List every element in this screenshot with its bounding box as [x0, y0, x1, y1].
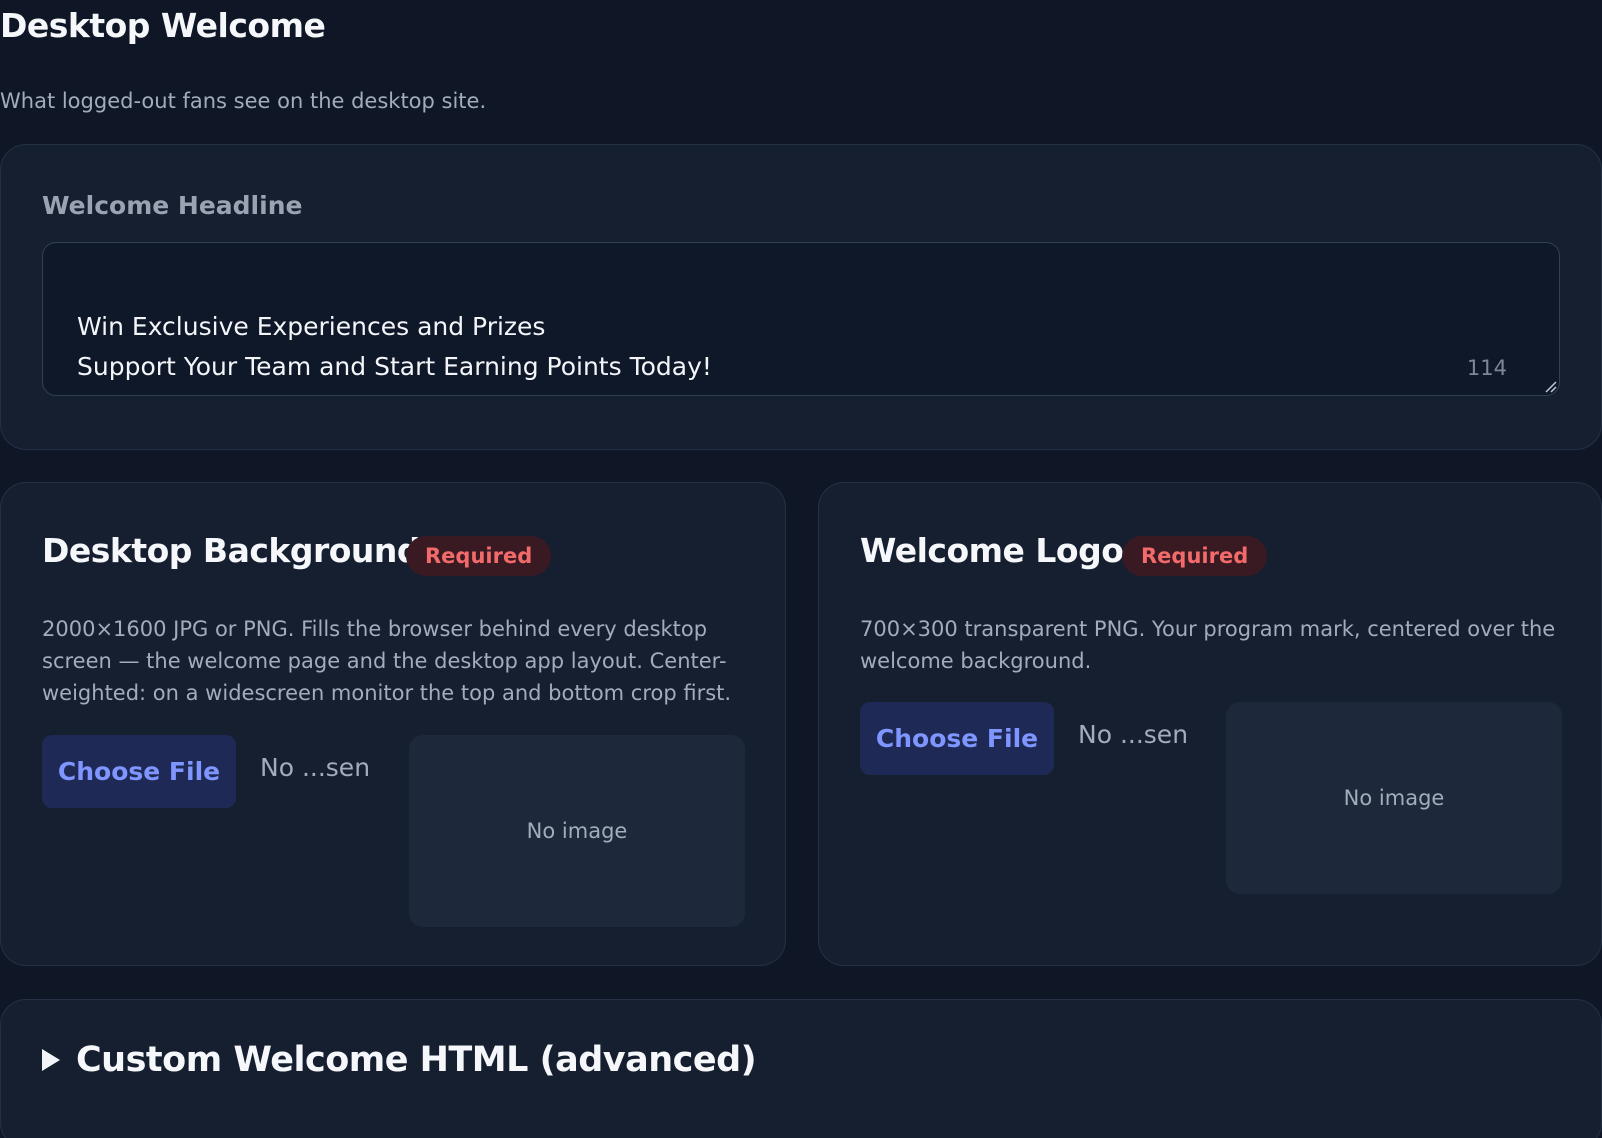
welcome-headline-value: Win Exclusive Experiences and Prizes Sup… — [77, 312, 712, 381]
page-subtitle: What logged-out fans see on the desktop … — [0, 89, 487, 113]
desktop-background-description: 2000×1600 JPG or PNG. Fills the browser … — [42, 617, 732, 705]
resize-handle-icon[interactable] — [1543, 379, 1557, 393]
desktop-background-card: Desktop Background Required 2000×1600 JP… — [0, 482, 786, 966]
custom-welcome-html-label: Custom Welcome HTML (advanced) — [76, 1040, 757, 1080]
custom-welcome-html-toggle[interactable]: Custom Welcome HTML (advanced) — [42, 1040, 757, 1080]
welcome-headline-card: Welcome Headline Win Exclusive Experienc… — [0, 144, 1602, 450]
welcome-headline-textarea[interactable]: Win Exclusive Experiences and Prizes Sup… — [42, 242, 1560, 396]
welcome-logo-description: 700×300 transparent PNG. Your program ma… — [860, 617, 1556, 673]
preview-placeholder-text: No image — [526, 819, 628, 843]
welcome-headline-label: Welcome Headline — [42, 191, 303, 220]
welcome-logo-title: Welcome Logo — [860, 531, 1124, 570]
disclosure-triangle-icon — [42, 1049, 60, 1071]
desktop-welcome-page: Desktop Welcome What logged-out fans see… — [0, 0, 1602, 1138]
preview-placeholder-text: No image — [1343, 786, 1445, 810]
welcome-logo-card: Welcome Logo Required 700×300 transparen… — [818, 482, 1602, 966]
welcome-logo-choose-file-button[interactable]: Choose File — [860, 702, 1054, 775]
required-badge: Required — [1122, 536, 1268, 576]
page-title: Desktop Welcome — [0, 6, 326, 45]
required-badge: Required — [406, 536, 552, 576]
desktop-background-choose-file-button[interactable]: Choose File — [42, 735, 236, 808]
character-count: 114 — [1466, 356, 1507, 380]
welcome-logo-preview: No image — [1226, 702, 1562, 894]
desktop-background-title: Desktop Background — [42, 531, 421, 570]
desktop-background-file-status: No ...sen — [260, 753, 371, 782]
welcome-logo-file-status: No ...sen — [1078, 720, 1189, 749]
desktop-background-preview: No image — [409, 735, 745, 927]
custom-welcome-html-card: Custom Welcome HTML (advanced) — [0, 999, 1602, 1138]
